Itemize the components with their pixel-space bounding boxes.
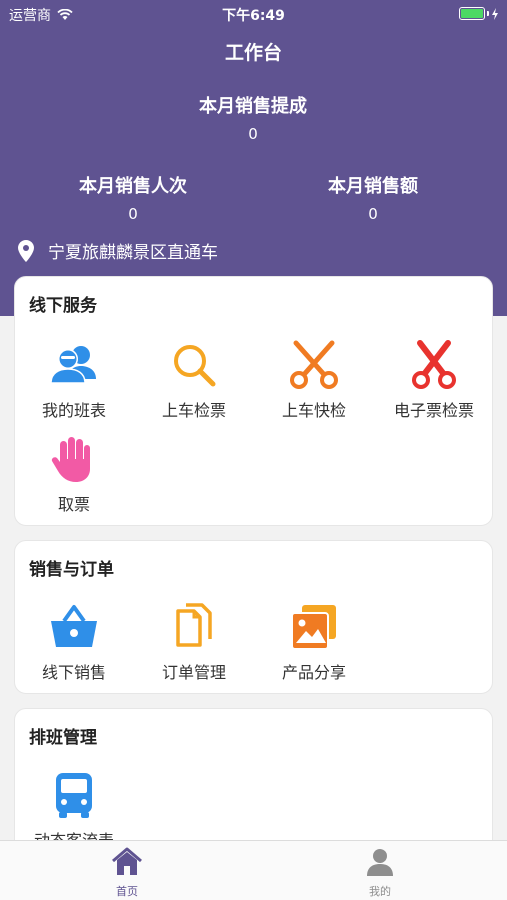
sales-amount-value: 0: [368, 205, 378, 223]
board-check-button[interactable]: 上车检票: [135, 339, 253, 421]
product-share-label: 产品分享: [281, 663, 346, 682]
image-icon: [291, 605, 336, 650]
users-icon: [50, 346, 96, 384]
product-share-button[interactable]: 产品分享: [255, 601, 373, 683]
offline-service-card: 线下服务 我的班表 上车检票 上车快检 电子票检票 取票: [14, 276, 493, 526]
commission-label: 本月销售提成: [199, 96, 307, 117]
sales-amount-label: 本月销售额: [328, 176, 418, 197]
order-management-button[interactable]: 订单管理: [135, 601, 253, 683]
take-ticket-button[interactable]: 取票: [15, 433, 133, 515]
tab-bar: 首页 我的: [0, 840, 507, 900]
tab-home-label: 首页: [116, 885, 138, 898]
tab-mine-label: 我的: [369, 885, 391, 898]
search-icon: [174, 345, 216, 387]
hand-icon: [51, 437, 90, 482]
quick-check-label: 上车快检: [281, 401, 346, 420]
person-icon: [367, 849, 393, 876]
quick-check-button[interactable]: 上车快检: [255, 339, 373, 421]
offline-service-title: 线下服务: [29, 296, 97, 316]
offline-sales-button[interactable]: 线下销售: [15, 601, 133, 683]
status-bar: 运营商 下午6:49: [0, 0, 507, 28]
my-schedule-button[interactable]: 我的班表: [15, 339, 133, 421]
location-pin-icon: [18, 239, 34, 262]
tab-home[interactable]: 首页: [87, 847, 167, 899]
board-check-label: 上车检票: [161, 401, 226, 420]
bus-icon: [56, 773, 92, 818]
my-schedule-label: 我的班表: [41, 401, 106, 420]
scissors-icon: [290, 340, 338, 389]
basket-icon: [51, 605, 97, 647]
eticket-check-button[interactable]: 电子票检票: [375, 339, 493, 421]
documents-icon: [176, 603, 212, 647]
battery-icon: [459, 7, 499, 20]
sales-orders-title: 销售与订单: [29, 560, 114, 580]
eticket-check-label: 电子票检票: [393, 401, 474, 420]
home-icon: [112, 847, 142, 875]
page-title: 工作台: [224, 42, 282, 64]
status-time: 下午6:49: [222, 8, 285, 24]
location-label: 宁夏旅麒麟景区直通车: [48, 243, 218, 263]
dynamic-flow-button[interactable]: 动态客流表: [15, 769, 133, 851]
location-selector[interactable]: 宁夏旅麒麟景区直通车: [18, 238, 218, 263]
sales-orders-card: 销售与订单 线下销售 订单管理 产品分享: [14, 540, 493, 694]
sales-count-label: 本月销售人次: [79, 176, 187, 197]
order-management-label: 订单管理: [161, 663, 226, 682]
scissors-icon: [412, 340, 456, 389]
offline-sales-label: 线下销售: [41, 663, 106, 682]
sales-count-value: 0: [128, 205, 138, 223]
take-ticket-label: 取票: [57, 495, 90, 514]
commission-value: 0: [248, 125, 258, 143]
scheduling-title: 排班管理: [29, 728, 97, 748]
tab-mine[interactable]: 我的: [340, 847, 420, 899]
